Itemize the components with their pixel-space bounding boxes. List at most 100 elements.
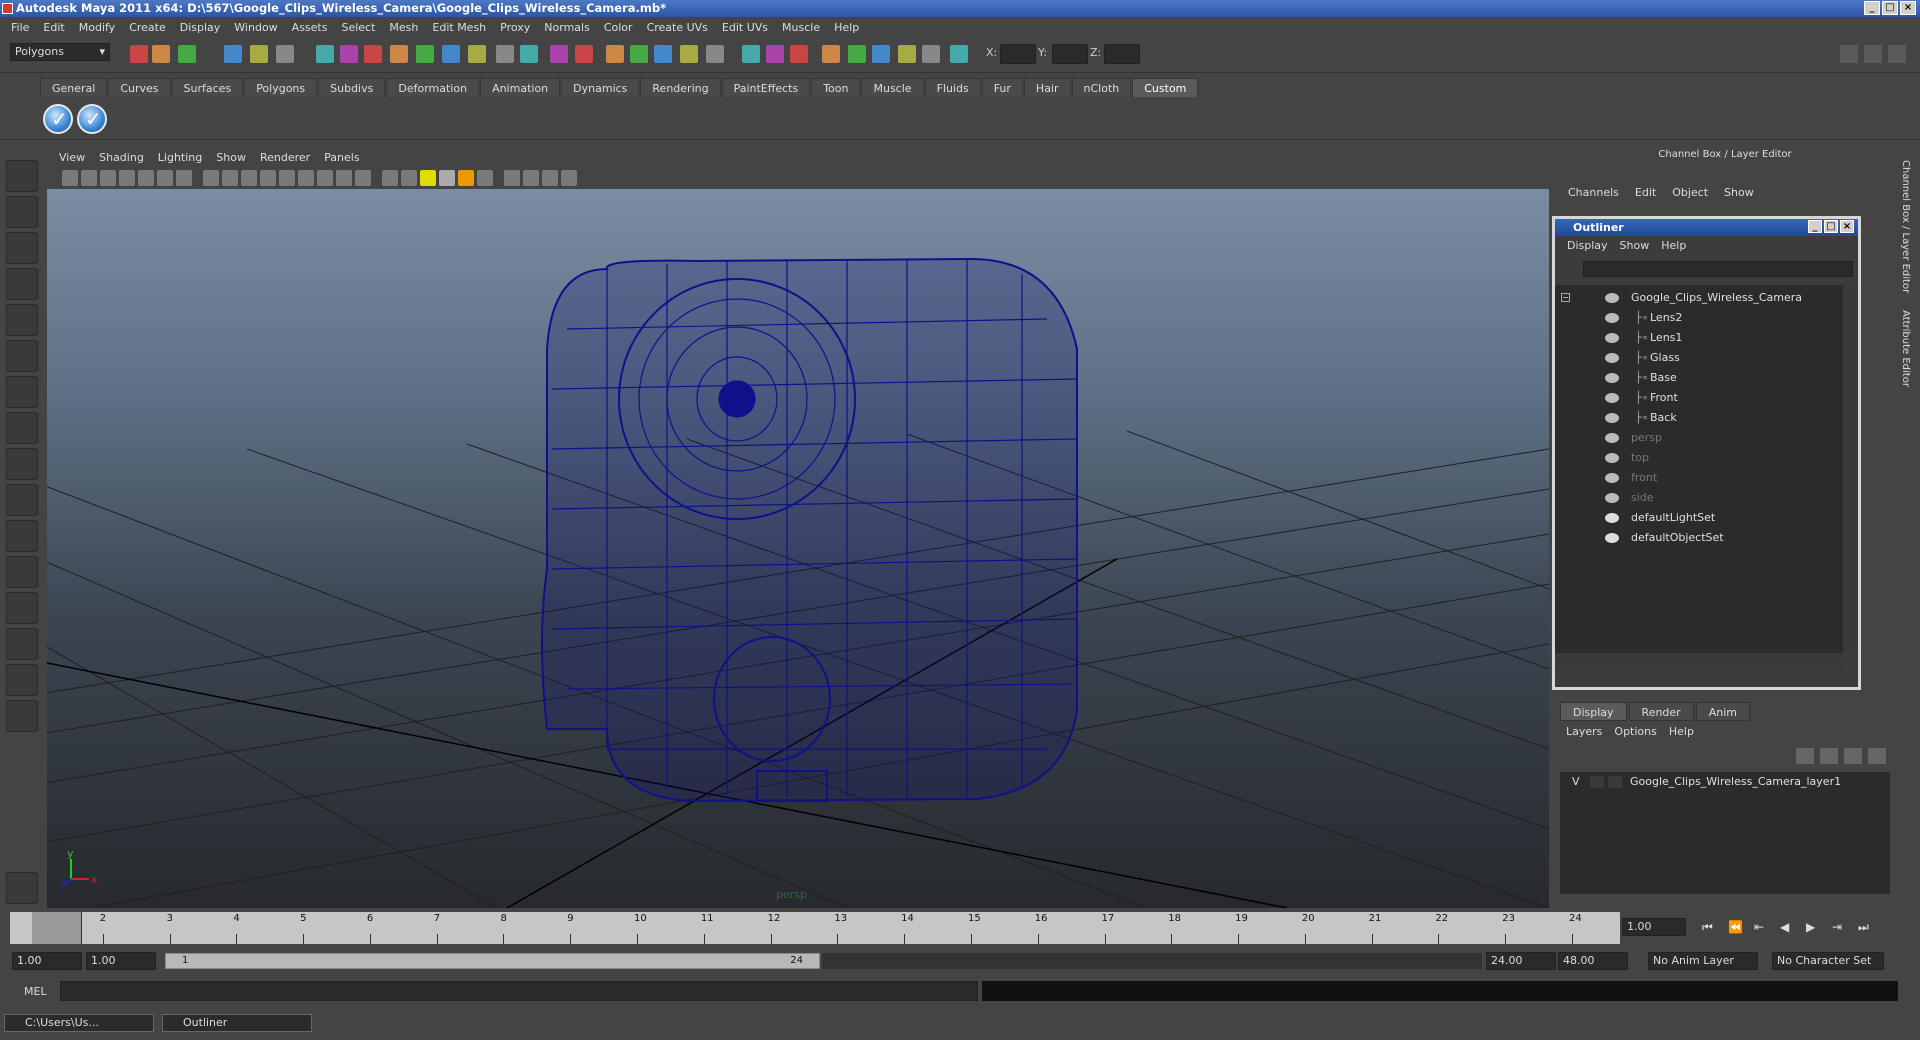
panel-toolbar-icon-19[interactable] bbox=[420, 170, 436, 186]
outliner-item[interactable]: Back ├∘ bbox=[1555, 409, 1843, 427]
panel-toolbar-icon-16[interactable] bbox=[355, 170, 371, 186]
persp-outliner-layout-icon[interactable] bbox=[6, 664, 38, 696]
side-tab-channel-box[interactable]: Channel Box / Layer Editor bbox=[1900, 160, 1911, 293]
panel-toolbar-icon-9[interactable] bbox=[222, 170, 238, 186]
menu-color[interactable]: Color bbox=[597, 21, 640, 34]
outliner-item[interactable]: top bbox=[1555, 449, 1843, 467]
toolbar-icon-12[interactable] bbox=[442, 45, 460, 63]
range-slider[interactable]: 1 24 bbox=[165, 953, 820, 969]
character-set-dropdown[interactable]: No Character Set bbox=[1772, 952, 1884, 970]
toolbar-icon-14[interactable] bbox=[496, 45, 514, 63]
shelf-check-icon-1[interactable] bbox=[43, 104, 73, 134]
panel-toolbar-icon-6[interactable] bbox=[157, 170, 173, 186]
current-frame-field[interactable]: 1.00 bbox=[1622, 918, 1686, 936]
menu-select[interactable]: Select bbox=[334, 21, 382, 34]
shelf-check-icon-2[interactable] bbox=[77, 104, 107, 134]
mel-label[interactable]: MEL bbox=[24, 985, 47, 998]
toolbar-icon-8[interactable] bbox=[340, 45, 358, 63]
panel-menu-shading[interactable]: Shading bbox=[92, 151, 151, 164]
outliner-vertical-scrollbar[interactable] bbox=[1843, 285, 1858, 653]
panel-toolbar-icon-4[interactable] bbox=[119, 170, 135, 186]
panel-toolbar-icon-20[interactable] bbox=[439, 170, 455, 186]
panel-toolbar-icon-5[interactable] bbox=[138, 170, 154, 186]
toolbar-icon-22[interactable] bbox=[706, 45, 724, 63]
outliner-item[interactable]: Front ├∘ bbox=[1555, 389, 1843, 407]
new-layer-icon[interactable] bbox=[1796, 748, 1814, 764]
channel-box-toggle-icon[interactable] bbox=[1864, 45, 1882, 63]
layer-add-icon[interactable] bbox=[1868, 748, 1886, 764]
toolbar-icon-20[interactable] bbox=[654, 45, 672, 63]
shelf-tab-rendering[interactable]: Rendering bbox=[640, 78, 721, 97]
move-tool-icon[interactable] bbox=[6, 268, 38, 300]
toolbar-icon-3[interactable] bbox=[178, 45, 196, 63]
layer-row[interactable]: V Google_Clips_Wireless_Camera_layer1 bbox=[1560, 772, 1890, 792]
panel-toolbar-icon-14[interactable] bbox=[317, 170, 333, 186]
outliner-item[interactable]: defaultObjectSet bbox=[1555, 529, 1843, 547]
layer-type-toggle[interactable] bbox=[1590, 776, 1604, 788]
collapse-icon[interactable]: − bbox=[1561, 293, 1570, 302]
x-coord-field[interactable] bbox=[1000, 44, 1036, 64]
panel-toolbar-icon-11[interactable] bbox=[260, 170, 276, 186]
outliner-menu-help[interactable]: Help bbox=[1655, 239, 1692, 252]
toolbar-icon-27[interactable] bbox=[848, 45, 866, 63]
panel-toolbar-icon-13[interactable] bbox=[298, 170, 314, 186]
toolbar-icon-29[interactable] bbox=[898, 45, 916, 63]
shelf-tab-curves[interactable]: Curves bbox=[108, 78, 171, 97]
outliner-menu-display[interactable]: Display bbox=[1561, 239, 1614, 252]
select-tool-icon[interactable] bbox=[6, 160, 38, 192]
range-end-field[interactable]: 48.00 bbox=[1558, 952, 1628, 970]
shelf-tab-painteffects[interactable]: PaintEffects bbox=[721, 78, 811, 97]
menu-file[interactable]: File bbox=[4, 21, 36, 34]
panel-toolbar-icon-8[interactable] bbox=[203, 170, 219, 186]
paint-select-tool-icon[interactable] bbox=[6, 232, 38, 264]
menu-create-uvs[interactable]: Create UVs bbox=[640, 21, 715, 34]
outliner-item[interactable]: Glass ├∘ bbox=[1555, 349, 1843, 367]
outliner-minimize-button[interactable]: _ bbox=[1808, 220, 1822, 233]
panel-toolbar-icon-7[interactable] bbox=[176, 170, 192, 186]
menu-edit-uvs[interactable]: Edit UVs bbox=[715, 21, 775, 34]
shelf-tab-subdivs[interactable]: Subdivs bbox=[318, 78, 386, 97]
go-to-start-icon[interactable]: ⏮ bbox=[1702, 920, 1713, 935]
toolbar-icon-23[interactable] bbox=[742, 45, 760, 63]
panel-toolbar-icon-2[interactable] bbox=[81, 170, 97, 186]
outliner-maximize-button[interactable]: □ bbox=[1824, 220, 1838, 233]
tool-settings-icon[interactable] bbox=[1888, 45, 1906, 63]
toolbar-icon-25[interactable] bbox=[790, 45, 808, 63]
shelf-tab-surfaces[interactable]: Surfaces bbox=[171, 78, 244, 97]
menu-muscle[interactable]: Muscle bbox=[775, 21, 827, 34]
channel-menu-show[interactable]: Show bbox=[1716, 186, 1762, 199]
side-tab-attribute-editor[interactable]: Attribute Editor bbox=[1900, 310, 1911, 387]
panel-toolbar-icon-23[interactable] bbox=[504, 170, 520, 186]
manipulator-tool-icon[interactable] bbox=[6, 376, 38, 408]
outliner-item[interactable]: Base ├∘ bbox=[1555, 369, 1843, 387]
menu-normals[interactable]: Normals bbox=[537, 21, 597, 34]
toolbar-icon-1[interactable] bbox=[130, 45, 148, 63]
toolbar-icon-16[interactable] bbox=[550, 45, 568, 63]
taskbar-item-outliner[interactable]: Outliner bbox=[162, 1014, 312, 1032]
outliner-item[interactable]: − Google_Clips_Wireless_Camera bbox=[1555, 289, 1843, 307]
y-coord-field[interactable] bbox=[1052, 44, 1088, 64]
outliner-menu-show[interactable]: Show bbox=[1614, 239, 1656, 252]
step-forward-frame-icon[interactable]: ⇥ bbox=[1832, 920, 1842, 934]
layer-tab-anim[interactable]: Anim bbox=[1695, 702, 1750, 721]
four-pane-layout-icon[interactable] bbox=[6, 520, 38, 552]
uv-layout-icon[interactable] bbox=[6, 700, 38, 732]
menu-edit-mesh[interactable]: Edit Mesh bbox=[425, 21, 493, 34]
shelf-tab-muscle[interactable]: Muscle bbox=[861, 78, 924, 97]
panel-toolbar-icon-22[interactable] bbox=[477, 170, 493, 186]
menu-modify[interactable]: Modify bbox=[72, 21, 122, 34]
single-pane-layout-icon[interactable] bbox=[6, 484, 38, 516]
shelf-tab-deformation[interactable]: Deformation bbox=[386, 78, 480, 97]
outliner-item[interactable]: front bbox=[1555, 469, 1843, 487]
panel-toolbar-icon-21[interactable] bbox=[458, 170, 474, 186]
panel-toolbar-icon-10[interactable] bbox=[241, 170, 257, 186]
channel-menu-edit[interactable]: Edit bbox=[1627, 186, 1664, 199]
panel-toolbar-icon-12[interactable] bbox=[279, 170, 295, 186]
graph-layout-icon[interactable] bbox=[6, 592, 38, 624]
toolbar-icon-2[interactable] bbox=[152, 45, 170, 63]
layer-visibility-toggle[interactable]: V bbox=[1572, 772, 1580, 792]
panel-menu-show[interactable]: Show bbox=[209, 151, 253, 164]
outliner-filter-field[interactable] bbox=[1583, 261, 1853, 277]
panel-toolbar-icon-18[interactable] bbox=[401, 170, 417, 186]
panel-menu-renderer[interactable]: Renderer bbox=[253, 151, 317, 164]
